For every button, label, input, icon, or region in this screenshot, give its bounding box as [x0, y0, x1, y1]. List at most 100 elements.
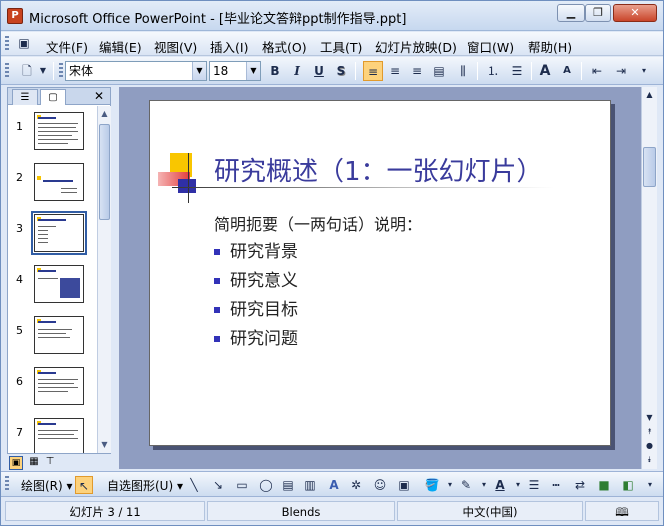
wordart-icon[interactable]: A — [325, 476, 343, 494]
slide-thumbnail-row[interactable]: 2 — [8, 157, 96, 201]
bullet-item[interactable]: 研究问题 — [214, 324, 298, 349]
chevron-down-icon[interactable]: ▼ — [246, 62, 260, 80]
slide-thumbnail-1[interactable] — [34, 112, 84, 150]
slide-thumbnail-row[interactable]: 6 — [8, 361, 96, 405]
scroll-up-icon[interactable]: ▲ — [98, 107, 111, 121]
slide-thumbnail-row[interactable]: 1 — [8, 106, 96, 150]
increase-indent-button[interactable]: ⇥ — [611, 61, 631, 81]
slideshow-icon[interactable]: ⊤ — [43, 456, 57, 470]
powerpoint-icon[interactable]: P — [7, 8, 23, 24]
align-right-button[interactable]: ≡ — [407, 61, 427, 81]
font-size-combo[interactable]: 18 ▼ — [209, 61, 261, 81]
text-box-icon[interactable]: ▤ — [279, 476, 297, 494]
minimize-button[interactable]: ▁ — [557, 4, 585, 22]
tab-slides[interactable]: ▢ — [40, 89, 66, 105]
normal-view-icon[interactable]: ▣ — [9, 456, 23, 470]
underline-button[interactable]: U — [309, 61, 329, 81]
align-center-button[interactable]: ≡ — [385, 61, 405, 81]
3d-style-icon[interactable]: ◧ — [619, 476, 637, 494]
align-left-button[interactable]: ≡ — [363, 61, 383, 81]
restore-button[interactable]: ❐ — [585, 4, 611, 22]
numbering-button[interactable]: ⒈ — [483, 61, 503, 81]
select-browse-icon[interactable]: ● — [643, 439, 656, 453]
slide-subtitle[interactable]: 简明扼要（一两句话）说明： — [214, 211, 422, 235]
scroll-down-icon[interactable]: ▼ — [98, 438, 111, 452]
font-name-combo[interactable]: 宋体 ▼ — [65, 61, 207, 81]
grow-font-button[interactable]: A — [535, 61, 555, 81]
bullets-button[interactable]: ☰ — [507, 61, 527, 81]
scroll-thumb[interactable] — [99, 124, 110, 220]
toolbar-options-icon[interactable]: ▾ — [637, 61, 651, 81]
slide-thumbnail-6[interactable] — [34, 367, 84, 405]
menubar-grip-icon[interactable] — [5, 36, 9, 52]
thumbnails-scrollbar[interactable]: ▲ ▼ — [97, 106, 111, 453]
slide-thumbnail-row[interactable]: 7 — [8, 412, 96, 453]
bold-button[interactable]: B — [265, 61, 285, 81]
toolbar-grip-icon[interactable] — [5, 63, 9, 79]
rectangle-icon[interactable]: ▭ — [233, 476, 251, 494]
slide-thumbnail-row[interactable]: 5 — [8, 310, 96, 354]
slide-title[interactable]: 研究概述（1：一张幻灯片） — [214, 151, 543, 188]
new-dropdown-icon[interactable]: ▼ — [37, 61, 49, 81]
bullet-item[interactable]: 研究意义 — [214, 266, 298, 291]
menu-tools[interactable]: 工具(T) — [320, 37, 362, 56]
menu-format[interactable]: 格式(O) — [262, 37, 307, 56]
menu-slideshow[interactable]: 幻灯片放映(D) — [375, 37, 457, 56]
line-style-icon[interactable]: ☰ — [525, 476, 543, 494]
scroll-down-icon[interactable]: ▼ — [643, 411, 656, 425]
fill-color-icon[interactable]: 🪣 — [423, 476, 441, 494]
line-color-icon[interactable]: ✎ — [457, 476, 475, 494]
menu-help[interactable]: 帮助(H) — [528, 37, 572, 56]
toolbar-grip-icon[interactable] — [5, 476, 9, 492]
line-icon[interactable]: ╲ — [185, 476, 203, 494]
tab-outline[interactable]: ☰ — [12, 89, 38, 105]
draw-menu-button[interactable]: 绘图(R) ▾ — [21, 477, 73, 494]
diagram-icon[interactable]: ✲ — [347, 476, 365, 494]
dash-style-icon[interactable]: ┅ — [547, 476, 565, 494]
menu-window[interactable]: 窗口(W) — [467, 37, 514, 56]
slide-thumbnail-row[interactable]: 4 — [8, 259, 96, 303]
insert-picture-icon[interactable]: ▣ — [395, 476, 413, 494]
slide-thumbnail-5[interactable] — [34, 316, 84, 354]
previous-slide-icon[interactable]: ⯭ — [643, 425, 656, 439]
slide-thumbnail-row[interactable]: 3 — [8, 208, 96, 255]
arrow-icon[interactable]: ↘ — [209, 476, 227, 494]
font-color-icon[interactable]: A — [491, 476, 509, 494]
arrow-style-icon[interactable]: ⇄ — [571, 476, 589, 494]
distributed-button[interactable]: ⫼ — [453, 61, 473, 81]
italic-button[interactable]: I — [287, 61, 307, 81]
toolbar-options-icon[interactable]: ▾ — [641, 476, 659, 494]
shadow-style-icon[interactable]: ■ — [595, 476, 613, 494]
scroll-up-icon[interactable]: ▲ — [643, 88, 656, 102]
toolbar-grip-icon[interactable] — [59, 63, 63, 79]
menu-edit[interactable]: 编辑(E) — [99, 37, 142, 56]
slide-thumbnail-3[interactable] — [31, 211, 87, 255]
justify-button[interactable]: ▤ — [429, 61, 449, 81]
shadow-button[interactable]: S — [331, 61, 351, 81]
close-button[interactable]: ✕ — [613, 4, 657, 22]
doc-menu-icon[interactable]: ▣ — [15, 34, 33, 52]
slide-thumbnail-4[interactable] — [34, 265, 84, 303]
slide-canvas[interactable]: 研究概述（1：一张幻灯片） 简明扼要（一两句话）说明： 研究背景 研究意义 研究… — [149, 100, 611, 446]
slide-scrollbar[interactable]: ▲ ▼ ⯭ ● ⯯ — [641, 87, 657, 469]
autoshapes-button[interactable]: 自选图形(U) ▾ — [107, 477, 183, 494]
menu-insert[interactable]: 插入(I) — [210, 37, 248, 56]
shrink-font-button[interactable]: A — [557, 61, 577, 81]
oval-icon[interactable]: ◯ — [257, 476, 275, 494]
pane-close-button[interactable]: ✕ — [94, 88, 104, 104]
slide-thumbnail-2[interactable] — [34, 163, 84, 201]
vertical-text-box-icon[interactable]: ▥ — [301, 476, 319, 494]
scroll-thumb[interactable] — [643, 147, 656, 187]
decrease-indent-button[interactable]: ⇤ — [587, 61, 607, 81]
new-document-icon[interactable]: 🗋 — [17, 61, 37, 81]
select-objects-icon[interactable]: ↖ — [75, 476, 93, 494]
clip-art-icon[interactable]: ☺ — [371, 476, 389, 494]
bullet-item[interactable]: 研究目标 — [214, 295, 298, 320]
slide-thumbnail-7[interactable] — [34, 418, 84, 453]
slide-sorter-icon[interactable]: ▦ — [27, 456, 41, 470]
bullet-item[interactable]: 研究背景 — [214, 237, 298, 262]
menu-file[interactable]: 文件(F) — [46, 37, 88, 56]
next-slide-icon[interactable]: ⯯ — [643, 453, 656, 467]
menu-view[interactable]: 视图(V) — [154, 37, 197, 56]
chevron-down-icon[interactable]: ▼ — [192, 62, 206, 80]
